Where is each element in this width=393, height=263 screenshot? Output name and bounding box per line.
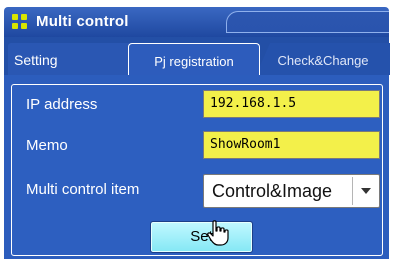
ip-address-field[interactable]: 192.168.1.5 bbox=[203, 90, 380, 118]
form-box: IP address 192.168.1.5 Memo ShowRoom1 Mu… bbox=[11, 84, 383, 256]
multi-control-item-label: Multi control item bbox=[26, 181, 140, 198]
set-button[interactable]: Set bbox=[150, 221, 253, 253]
tab-setting[interactable]: Setting bbox=[8, 43, 148, 75]
tab-pj-registration[interactable]: Pj registration bbox=[128, 43, 260, 75]
tab-check-change-label: Check&Change bbox=[277, 53, 369, 68]
memo-label: Memo bbox=[26, 137, 68, 154]
grid-dots-icon bbox=[12, 14, 28, 30]
dropdown-button[interactable] bbox=[352, 177, 377, 205]
window-title: Multi control bbox=[36, 13, 129, 30]
title-bar-decoration bbox=[226, 11, 389, 33]
ip-address-label: IP address bbox=[26, 96, 98, 113]
pj-registration-panel: IP address 192.168.1.5 Memo ShowRoom1 Mu… bbox=[4, 75, 389, 259]
hand-pointer-icon bbox=[207, 220, 229, 246]
tab-check-change[interactable]: Check&Change bbox=[256, 43, 390, 75]
multi-control-window: Multi control Setting Check&Change Pj re… bbox=[0, 0, 393, 263]
title-bar: Multi control bbox=[4, 7, 389, 37]
memo-field[interactable]: ShowRoom1 bbox=[203, 131, 380, 159]
tab-bar: Setting Check&Change Pj registration bbox=[4, 37, 390, 75]
multi-control-item-value: Control&Image bbox=[212, 181, 333, 201]
chevron-down-icon bbox=[361, 188, 371, 194]
multi-control-item-select[interactable]: Control&Image bbox=[203, 174, 380, 208]
